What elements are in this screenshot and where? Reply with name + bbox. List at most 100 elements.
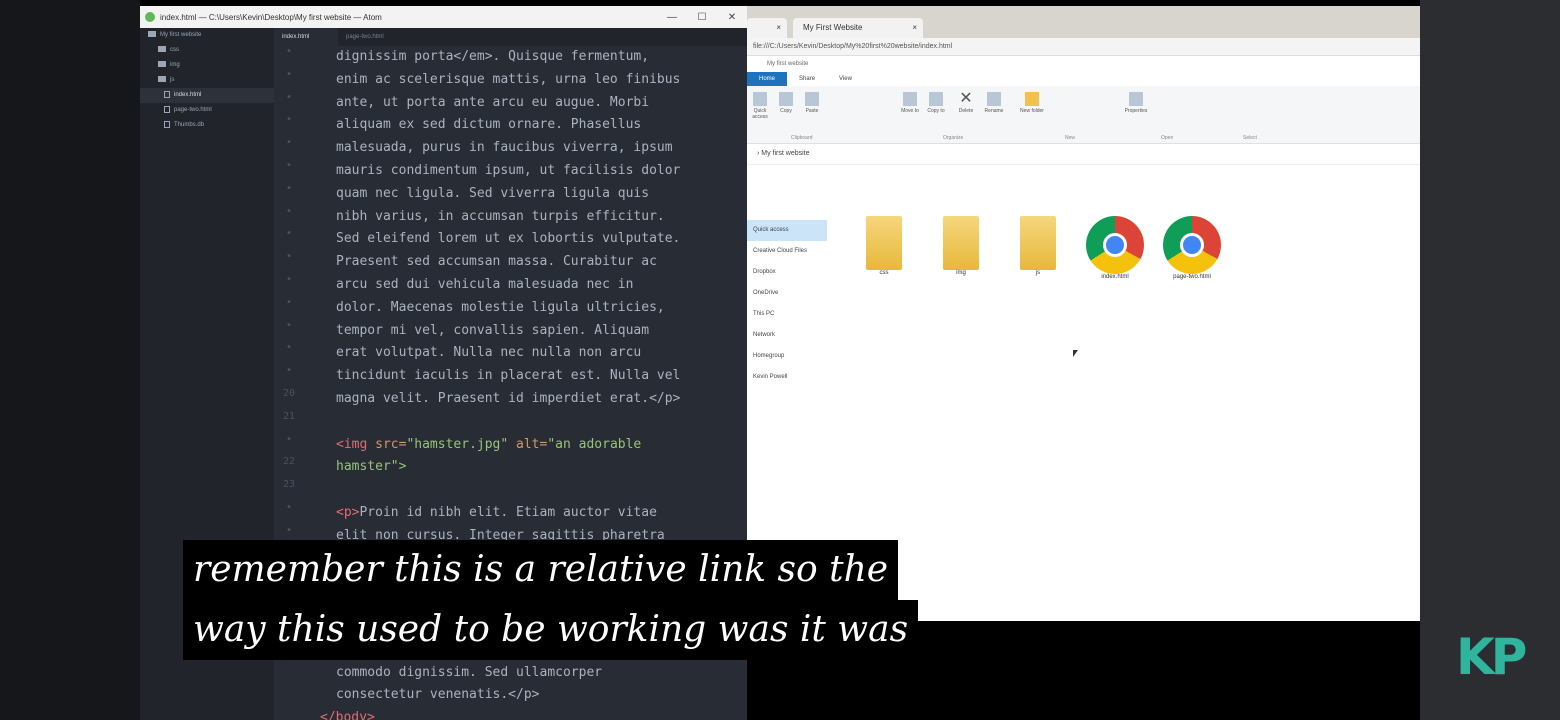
- atom-window-title: index.html — C:\Users\Kevin\Desktop\My f…: [160, 12, 382, 22]
- tree-item-page-two[interactable]: page-two.html: [140, 103, 274, 118]
- code-line: erat volutpat. Nulla nec nulla non arcu: [336, 345, 642, 361]
- line-number: •: [285, 68, 293, 80]
- code-line: Praesent sed accumsan massa. Curabitur a…: [336, 254, 657, 270]
- file-item-index[interactable]: index.html: [1084, 216, 1146, 280]
- code-line: quam nec ligula. Sed viverra ligula quis: [336, 185, 650, 201]
- tab-page-two[interactable]: page-two.html: [338, 28, 402, 46]
- line-number: •: [285, 137, 293, 149]
- editor-tabs: index.html page-two.html: [274, 28, 747, 46]
- code-line: tincidunt iaculis in placerat est. Nulla…: [336, 368, 681, 384]
- ribbon-group-clipboard: Clipboard: [791, 135, 813, 141]
- tree-item-img[interactable]: img: [140, 58, 274, 73]
- nav-homegroup[interactable]: Homegroup: [747, 346, 827, 367]
- caption-line-2: way this used to be working was it was: [183, 600, 919, 660]
- new-folder-icon: [1025, 92, 1039, 106]
- folder-icon: [158, 61, 166, 68]
- properties-button[interactable]: Properties: [1123, 92, 1149, 114]
- line-number: •: [285, 274, 293, 285]
- ribbon-group-open: Open: [1161, 135, 1174, 141]
- tab-index[interactable]: index.html: [274, 28, 338, 46]
- copy-button[interactable]: Copy: [773, 92, 799, 114]
- atom-app-icon: [145, 12, 155, 22]
- line-number: •: [285, 228, 293, 240]
- browser-tabstrip: × My First Website ×: [747, 6, 1420, 38]
- nav-this-pc[interactable]: This PC: [747, 304, 827, 325]
- paste-button[interactable]: Paste: [799, 92, 825, 114]
- nav-user[interactable]: Kevin Powell: [747, 367, 827, 388]
- line-number: •: [285, 160, 293, 171]
- new-folder-button[interactable]: New folder: [1019, 92, 1045, 114]
- copy-to-button[interactable]: Copy to: [923, 92, 949, 114]
- code-line: nibh varius, in accumsan turpis efficitu…: [336, 208, 665, 224]
- caption-line-1: remember this is a relative link so the: [183, 540, 899, 600]
- nav-network[interactable]: Network: [747, 325, 827, 346]
- tree-item-thumbs[interactable]: Thumbs.db: [140, 118, 274, 133]
- code-line: arcu sed dui vehicula malesuada nec in: [336, 277, 634, 292]
- line-number: •: [285, 182, 293, 194]
- tree-item-js[interactable]: js: [140, 73, 274, 88]
- file-icon: [164, 120, 170, 128]
- line-number: •: [285, 502, 293, 513]
- url-bar[interactable]: file:///C:/Users/Kevin/Desktop/My%20firs…: [747, 38, 1420, 56]
- line-number: •: [285, 433, 293, 445]
- line-number: •: [285, 296, 293, 308]
- close-button[interactable]: ✕: [717, 12, 747, 23]
- ribbon-tab-home[interactable]: Home: [747, 72, 788, 86]
- ribbon-tab-share[interactable]: Share: [787, 72, 827, 86]
- rename-icon: [987, 92, 1001, 106]
- tree-item-index[interactable]: index.html: [140, 88, 274, 103]
- line-number: •: [285, 205, 293, 217]
- folder-icon: [148, 31, 156, 38]
- ribbon-tab-view[interactable]: View: [827, 72, 864, 86]
- pin-icon: [753, 92, 767, 106]
- nav-quick-access[interactable]: Quick access: [747, 220, 827, 241]
- nav-creative-cloud[interactable]: Creative Cloud Files: [747, 241, 827, 262]
- file-item-img[interactable]: img: [930, 216, 992, 276]
- file-icon: [164, 90, 170, 98]
- file-item-js[interactable]: js: [1007, 216, 1069, 276]
- nav-onedrive[interactable]: OneDrive: [747, 283, 827, 304]
- rename-button[interactable]: Rename: [981, 92, 1007, 114]
- line-number: •: [285, 342, 293, 354]
- code-line: dolor. Maecenas molestie ligula ultricie…: [336, 299, 665, 315]
- file-icon: [164, 105, 170, 113]
- explorer-address-bar[interactable]: › My first website: [747, 144, 1420, 165]
- line-number: •: [285, 114, 293, 126]
- code-area[interactable]: dignissim porta</em>. Quisque fermentum,…: [320, 46, 680, 720]
- minimize-button[interactable]: —: [657, 12, 687, 23]
- move-to-button[interactable]: Move to: [897, 92, 923, 114]
- browser-tab-previous[interactable]: ×: [747, 18, 787, 38]
- move-icon: [903, 92, 917, 106]
- ribbon-group-organize: Organize: [943, 135, 964, 141]
- ribbon-group-new: New: [1065, 135, 1076, 141]
- line-number: •: [285, 251, 293, 263]
- nav-dropbox[interactable]: Dropbox: [747, 262, 827, 283]
- code-line: malesuada, purus in faucibus viverra, ip…: [336, 140, 673, 156]
- image-folder-icon: [943, 216, 979, 270]
- copy-icon: [779, 92, 793, 106]
- code-line: aliquam ex sed dictum ornare. Phasellus: [336, 117, 642, 133]
- browser-window: × My First Website × file:///C:/Users/Kev…: [747, 6, 1420, 621]
- code-line: Sed eleifend lorem ut ex lobortis vulput…: [336, 231, 681, 247]
- delete-button[interactable]: ✕ Delete: [953, 91, 979, 115]
- tab-close-icon[interactable]: ×: [912, 18, 917, 38]
- browser-tab-active[interactable]: My First Website ×: [793, 18, 923, 38]
- folder-icon: [158, 46, 166, 53]
- line-number: 22: [282, 456, 296, 468]
- ribbon: Quick access Copy Paste Move to Copy to …: [747, 86, 1420, 144]
- code-line: magna velit. Praesent id imperdiet erat.…: [336, 391, 681, 406]
- code-line: enim ac scelerisque mattis, urna leo fin…: [336, 71, 681, 87]
- quick-access-button[interactable]: Quick access: [747, 92, 773, 120]
- tree-item-css[interactable]: css: [140, 43, 274, 58]
- mouse-cursor-icon: [1073, 350, 1078, 357]
- folder-icon: [1020, 216, 1056, 270]
- chrome-icon: [1086, 216, 1144, 274]
- file-item-css[interactable]: css: [853, 216, 915, 276]
- properties-icon: [1129, 92, 1143, 106]
- tree-root[interactable]: My first website: [140, 28, 274, 43]
- video-frame: index.html — C:\Users\Kevin\Desktop\My f…: [140, 0, 1420, 720]
- explorer-title: My first website: [767, 61, 809, 67]
- maximize-button[interactable]: ☐: [687, 12, 717, 23]
- file-item-page-two[interactable]: page-two.html: [1161, 216, 1223, 280]
- folder-icon: [866, 216, 902, 270]
